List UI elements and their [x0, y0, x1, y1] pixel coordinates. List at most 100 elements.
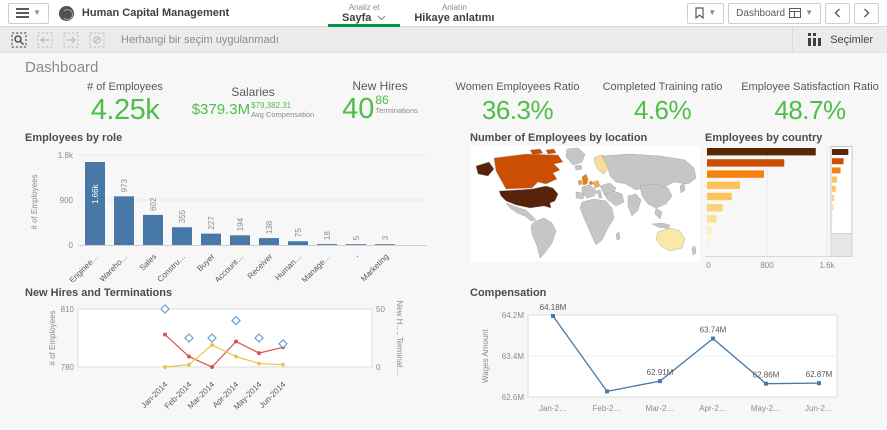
chevron-down-icon	[377, 15, 386, 20]
next-sheet-button[interactable]	[854, 2, 879, 24]
bookmarks-button[interactable]: ▼	[687, 2, 725, 24]
selections-tool-icon	[808, 33, 822, 46]
new-hires-terminations-plot[interactable]: 780 810 0 50 # of Employees New H…, Terminat……	[25, 301, 445, 430]
svg-text:973: 973	[120, 178, 129, 192]
svg-text:355: 355	[178, 209, 187, 223]
chart-employees-by-location[interactable]: Number of Employees by location	[470, 132, 700, 282]
compensation-plot[interactable]: 62.6M 63.4M 64.2M Wages Amount 64.18M 62.91M 6…	[470, 301, 887, 430]
svg-text:Sales: Sales	[138, 252, 159, 273]
selections-message: Herhangi bir seçim uygulanmadı	[121, 33, 279, 46]
svg-text:Wareho…: Wareho…	[98, 252, 130, 282]
hamburger-icon	[16, 8, 29, 18]
world-map[interactable]	[470, 146, 700, 267]
svg-text:75: 75	[294, 228, 303, 237]
svg-text:62.6M: 62.6M	[502, 393, 525, 402]
svg-text:64.2M: 64.2M	[502, 311, 525, 320]
selections-tool-button[interactable]: Seçimler	[792, 26, 887, 53]
tab-storytelling[interactable]: Anlatın Hikaye anlatımı	[400, 0, 508, 27]
chevron-right-icon	[864, 8, 870, 18]
app-logo	[58, 5, 74, 21]
svg-text:Marketing: Marketing	[359, 252, 390, 282]
sheet-grid-icon	[789, 8, 802, 18]
svg-text:1.8k: 1.8k	[58, 151, 74, 160]
selection-tools	[0, 31, 115, 48]
clear-selections-icon[interactable]	[88, 31, 105, 48]
caret-down-icon: ▼	[33, 8, 41, 17]
selections-bar: Herhangi bir seçim uygulanmadı Seçimler	[0, 26, 887, 53]
svg-text:Account…: Account…	[213, 252, 245, 282]
svg-text:Buyer: Buyer	[195, 252, 216, 273]
svg-text:New H…, Terminat…: New H…, Terminat…	[395, 301, 404, 375]
kpi-new-hires[interactable]: New Hires 40 86 Terminations	[305, 79, 455, 124]
svg-text:63.74M: 63.74M	[700, 326, 727, 335]
chart-employees-by-role[interactable]: Employees by role 0 900 1.8k 1.66k Enginee… 9…	[25, 132, 445, 285]
svg-text:Jan-2…: Jan-2…	[539, 404, 567, 413]
svg-text:18: 18	[323, 231, 332, 240]
svg-text:Receiver: Receiver	[246, 252, 275, 281]
chart-title: Employees by country	[705, 132, 823, 144]
previous-sheet-button[interactable]	[825, 2, 850, 24]
svg-text:800: 800	[760, 261, 774, 270]
svg-text:227: 227	[207, 216, 216, 230]
tab-sheet-view[interactable]: Analiz et Sayfa	[328, 0, 401, 27]
employees-by-role-plot[interactable]: 0 900 1.8k 1.66k Enginee… 973 Wareho… 602 Sales 3…	[25, 146, 445, 287]
svg-text:194: 194	[236, 217, 245, 231]
chevron-left-icon	[834, 8, 840, 18]
topbar-actions: ▼ Dashboard ▼	[687, 2, 879, 24]
svg-text:Jun-2…: Jun-2…	[805, 404, 833, 413]
kpi-training-ratio[interactable]: Completed Training ratio 4.6%	[590, 81, 735, 125]
svg-text:# of Employees: # of Employees	[48, 310, 57, 365]
svg-text:Manage…: Manage…	[300, 252, 332, 282]
step-forward-icon[interactable]	[62, 31, 79, 48]
kpi-women-ratio[interactable]: Women Employees Ratio 36.3%	[445, 81, 590, 125]
qlik-dashboard-app: ▼ Human Capital Management Analiz et Say…	[0, 0, 887, 430]
svg-text:Enginee…: Enginee…	[68, 252, 101, 282]
chart-new-hires-terminations[interactable]: New Hires and Terminations 780 810 0 50 # of…	[25, 287, 445, 430]
svg-text:62.87M: 62.87M	[806, 370, 833, 379]
app-title: Human Capital Management	[81, 7, 230, 19]
svg-text:Constru…: Constru…	[156, 252, 188, 282]
chart-title: Compensation	[470, 287, 547, 299]
svg-text:50: 50	[376, 305, 385, 314]
chart-title: Number of Employees by location	[470, 132, 648, 144]
chart-employees-by-country[interactable]: Employees by country 0 800 1.6k	[705, 132, 887, 282]
svg-text:Mar-2…: Mar-2…	[646, 404, 675, 413]
svg-text:5: 5	[352, 235, 361, 240]
chart-title: Employees by role	[25, 132, 123, 144]
employees-by-country-plot[interactable]: 0 800 1.6k	[705, 146, 887, 283]
svg-text:64.18M: 64.18M	[540, 303, 567, 312]
sheet-selector-button[interactable]: Dashboard ▼	[728, 2, 821, 24]
sheet-canvas: Dashboard # of Employees 4.25k Salaries …	[0, 53, 887, 430]
svg-text:62.86M: 62.86M	[753, 371, 780, 380]
svg-text:Apr-2…: Apr-2…	[699, 404, 727, 413]
chart-compensation[interactable]: Compensation 62.6M 63.4M 64.2M Wages Amount…	[470, 287, 887, 430]
svg-text:138: 138	[265, 220, 274, 234]
svg-text:780: 780	[61, 363, 75, 372]
svg-text:602: 602	[149, 197, 158, 211]
svg-text:1.6k: 1.6k	[819, 261, 835, 270]
caret-down-icon: ▼	[805, 8, 813, 17]
chart-title: New Hires and Terminations	[25, 287, 173, 299]
svg-text:Jun-2014: Jun-2014	[257, 380, 287, 410]
view-tabs: Analiz et Sayfa Anlatın Hikaye anlatımı	[328, 0, 508, 27]
global-menu-button[interactable]: ▼	[8, 2, 49, 24]
svg-text:3: 3	[381, 235, 390, 240]
svg-text:May-2…: May-2…	[751, 404, 781, 413]
svg-text:# of Employees: # of Employees	[30, 174, 39, 229]
svg-text:1.66k: 1.66k	[91, 183, 100, 204]
svg-text:0: 0	[706, 261, 711, 270]
svg-text:-: -	[353, 252, 361, 260]
bookmark-icon	[695, 7, 704, 19]
smart-search-icon[interactable]	[10, 31, 27, 48]
svg-text:810: 810	[61, 305, 75, 314]
svg-text:63.4M: 63.4M	[502, 352, 525, 361]
kpi-satisfaction-ratio[interactable]: Employee Satisfaction Ratio 48.7%	[735, 81, 885, 125]
svg-text:Feb-2…: Feb-2…	[593, 404, 622, 413]
svg-text:0: 0	[376, 363, 381, 372]
svg-text:900: 900	[60, 196, 74, 205]
svg-text:Wages Amount: Wages Amount	[481, 328, 490, 383]
svg-text:62.91M: 62.91M	[647, 368, 674, 377]
top-bar: ▼ Human Capital Management Analiz et Say…	[0, 0, 887, 27]
page-title: Dashboard	[25, 59, 99, 76]
step-back-icon[interactable]	[36, 31, 53, 48]
